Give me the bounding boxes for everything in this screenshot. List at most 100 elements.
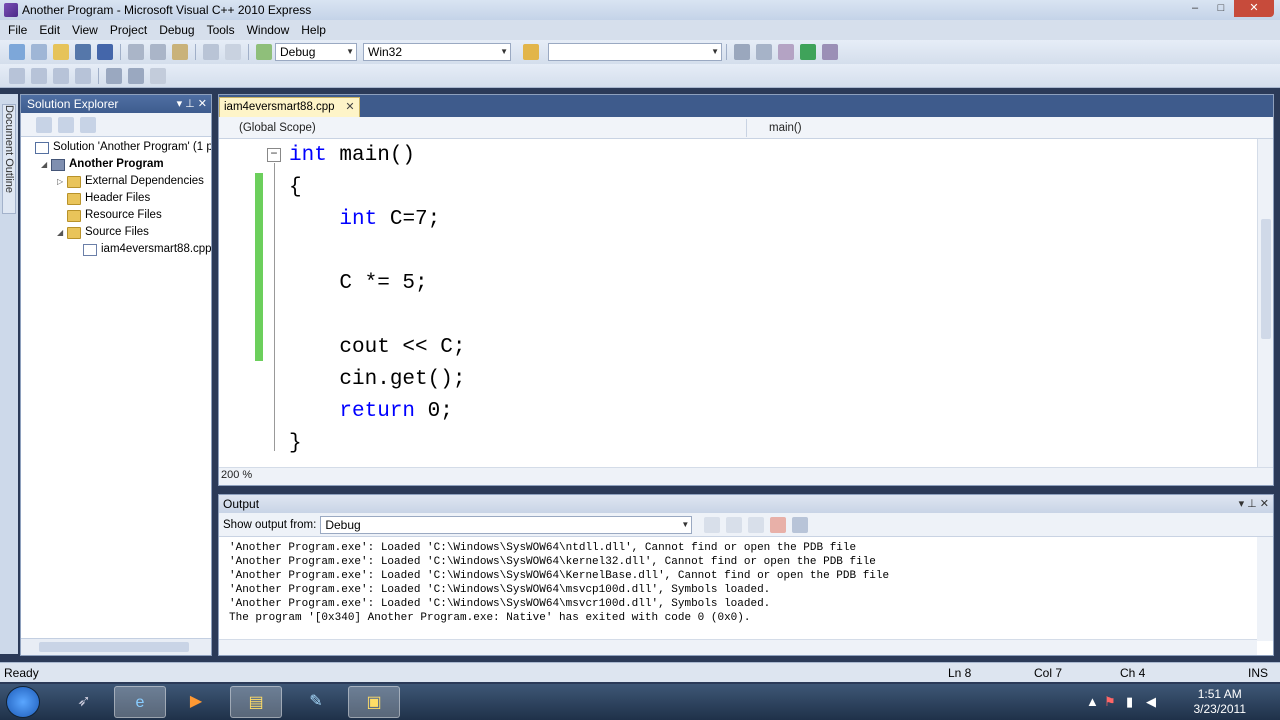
class-view-icon[interactable]: [800, 44, 816, 60]
volume-icon[interactable]: ◀: [1146, 694, 1156, 710]
network-icon[interactable]: ▮: [1126, 694, 1133, 710]
tree-item[interactable]: ▷ External Dependencies: [21, 173, 211, 190]
tree-expander-icon[interactable]: ▷: [57, 173, 67, 190]
cut-icon[interactable]: [128, 44, 144, 60]
decrease-indent-icon[interactable]: [106, 67, 122, 84]
show-all-files-icon[interactable]: [58, 116, 74, 133]
quick-info-icon[interactable]: [53, 67, 69, 84]
horizontal-scrollbar[interactable]: [21, 638, 211, 655]
code-line[interactable]: cout << C;: [289, 333, 465, 363]
tab-label: iam4eversmart88.cpp: [224, 101, 335, 113]
tree-item-label: Solution 'Another Program' (1 p: [53, 141, 211, 153]
undo-icon[interactable]: [203, 44, 219, 60]
zoom-level[interactable]: 200 %: [221, 469, 266, 481]
vertical-scrollbar[interactable]: [1257, 139, 1273, 469]
new-project-icon[interactable]: [9, 44, 25, 60]
redo-icon[interactable]: [225, 44, 241, 60]
menu-tools[interactable]: Tools: [201, 23, 241, 37]
code-line[interactable]: }: [289, 429, 302, 459]
solution-configuration-select[interactable]: Debug ▼: [275, 43, 357, 61]
parameter-info-icon[interactable]: [31, 67, 47, 84]
code-line[interactable]: int C=7;: [289, 205, 440, 235]
code-line[interactable]: cin.get();: [289, 365, 465, 395]
comment-icon[interactable]: [150, 67, 166, 84]
tool-icon[interactable]: ✎: [290, 686, 342, 718]
start-debugging-icon[interactable]: [256, 44, 272, 60]
find-combo[interactable]: ▼: [548, 43, 722, 61]
close-button[interactable]: ✕: [1234, 0, 1274, 17]
member-dropdown[interactable]: main(): [749, 119, 1269, 137]
close-icon[interactable]: ✕: [345, 98, 354, 116]
code-line[interactable]: C *= 5;: [289, 269, 427, 299]
paste-icon[interactable]: [172, 44, 188, 60]
internet-explorer-icon[interactable]: e: [114, 686, 166, 718]
code-line[interactable]: int main(): [289, 141, 415, 171]
explorer-icon[interactable]: ▤: [230, 686, 282, 718]
solution-platform-select[interactable]: Win32 ▼: [363, 43, 511, 61]
save-icon[interactable]: [75, 44, 91, 60]
save-all-icon[interactable]: [97, 44, 113, 60]
panel-pin-close-controls[interactable]: ▾ ⊥ ✕: [177, 95, 207, 113]
toolbox-icon[interactable]: [778, 44, 794, 60]
action-center-icon[interactable]: ⚑: [1104, 694, 1116, 710]
properties-icon[interactable]: [36, 116, 52, 133]
scrollbar-thumb[interactable]: [1261, 219, 1271, 339]
document-outline-tab[interactable]: Document Outline: [2, 104, 16, 214]
pinned-app-icon[interactable]: ➶: [58, 686, 110, 718]
tree-item[interactable]: iam4eversmart88.cpp: [21, 241, 211, 258]
vertical-scrollbar[interactable]: [1257, 537, 1273, 641]
tree-expander-icon[interactable]: ◢: [57, 224, 67, 241]
scope-dropdown[interactable]: (Global Scope): [219, 119, 747, 137]
menu-debug[interactable]: Debug: [153, 23, 200, 37]
complete-word-icon[interactable]: [75, 67, 91, 84]
scrollbar-thumb[interactable]: [39, 642, 189, 652]
tree-item[interactable]: Header Files: [21, 190, 211, 207]
tree-item[interactable]: Resource Files: [21, 207, 211, 224]
start-button[interactable]: [6, 686, 40, 718]
output-text[interactable]: 'Another Program.exe': Loaded 'C:\Window…: [219, 537, 1273, 625]
tab-iam4eversmart88-cpp[interactable]: iam4eversmart88.cpp ✕: [219, 97, 360, 117]
show-hidden-icons-icon[interactable]: ▲: [1086, 694, 1099, 709]
extension-manager-icon[interactable]: [822, 44, 838, 60]
horizontal-scrollbar[interactable]: [219, 639, 1257, 655]
open-file-icon[interactable]: [53, 44, 69, 60]
add-item-icon[interactable]: [31, 44, 47, 60]
keyword-token: int: [339, 208, 378, 231]
refresh-icon[interactable]: [80, 116, 96, 133]
editor-bottom-bar: 200 %: [219, 467, 1273, 485]
clock[interactable]: 1:51 AM 3/23/2011: [1194, 687, 1247, 717]
code-token: cin.get();: [289, 368, 466, 391]
code-line[interactable]: {: [289, 173, 302, 203]
menu-view[interactable]: View: [66, 23, 104, 37]
go-to-previous-icon[interactable]: [726, 516, 743, 533]
increase-indent-icon[interactable]: [128, 67, 144, 84]
menu-help[interactable]: Help: [295, 23, 332, 37]
menu-window[interactable]: Window: [241, 23, 296, 37]
code-line[interactable]: return 0;: [289, 397, 452, 427]
output-source-select[interactable]: Debug ▼: [320, 515, 693, 534]
minimize-button[interactable]: –: [1182, 0, 1208, 17]
output-header: Output ▾ ⊥ ✕: [219, 495, 1273, 513]
menu-file[interactable]: File: [2, 23, 33, 37]
menu-project[interactable]: Project: [104, 23, 153, 37]
panel-pin-close-controls[interactable]: ▾ ⊥ ✕: [1239, 495, 1269, 513]
maximize-button[interactable]: □: [1208, 0, 1234, 17]
code-area[interactable]: − int main(){ int C=7; C *= 5; cout << C;…: [219, 139, 1259, 465]
visual-cpp-icon[interactable]: ▣: [348, 686, 400, 718]
toggle-word-wrap-icon[interactable]: [792, 516, 809, 533]
find-message-icon[interactable]: [704, 516, 721, 533]
tree-item[interactable]: Solution 'Another Program' (1 p: [21, 139, 211, 156]
tree-item[interactable]: ◢ Another Program: [21, 156, 211, 173]
media-player-icon[interactable]: ▶: [170, 686, 222, 718]
member-list-icon[interactable]: [9, 67, 25, 84]
find-in-files-icon[interactable]: [523, 44, 539, 60]
collapse-outline-icon[interactable]: −: [267, 148, 281, 162]
copy-icon[interactable]: [150, 44, 166, 60]
go-to-next-icon[interactable]: [748, 516, 765, 533]
clear-all-icon[interactable]: [770, 516, 787, 533]
menu-edit[interactable]: Edit: [33, 23, 66, 37]
tree-item[interactable]: ◢ Source Files: [21, 224, 211, 241]
properties-icon[interactable]: [756, 44, 772, 60]
solution-explorer-icon[interactable]: [734, 44, 750, 60]
tree-expander-icon[interactable]: ◢: [41, 156, 51, 173]
